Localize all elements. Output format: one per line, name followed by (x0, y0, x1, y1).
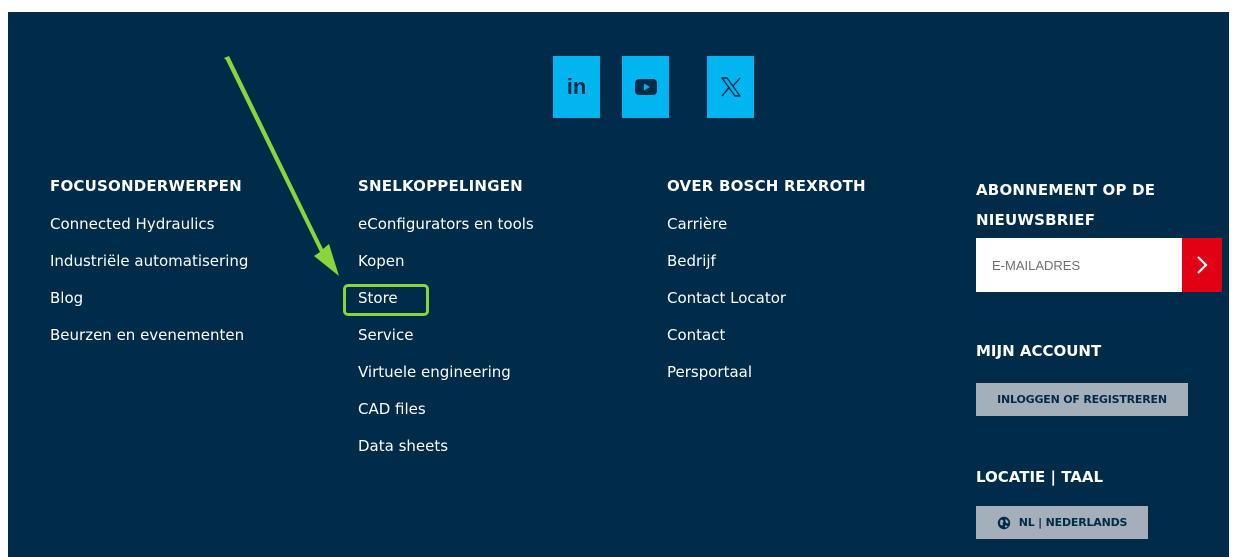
language-button[interactable]: NL | NEDERLANDS (976, 506, 1148, 539)
column-heading: FOCUSONDERWERPEN (50, 177, 242, 195)
newsletter-submit-button[interactable] (1182, 238, 1222, 292)
email-field[interactable] (976, 238, 1182, 292)
footer-link[interactable]: Contact Locator (667, 288, 866, 325)
social-links: in (8, 56, 1229, 118)
footer-link[interactable]: Kopen (358, 251, 534, 288)
footer-link[interactable]: Bedrijf (667, 251, 866, 288)
x-icon (720, 77, 741, 97)
chevron-right-icon (1197, 256, 1208, 274)
column-heading: SNELKOPPELINGEN (358, 177, 523, 195)
locale-heading: LOCATIE | TAAL (976, 468, 1104, 486)
footer-link[interactable]: Virtuele engineering (358, 362, 534, 399)
x-button[interactable] (707, 56, 754, 118)
column-over-bosch-rexroth: OVER BOSCH REXROTH Carrière Bedrijf Cont… (667, 175, 866, 399)
footer-link[interactable]: Carrière (667, 214, 866, 251)
linkedin-button[interactable]: in (553, 56, 600, 118)
footer-link[interactable]: CAD files (358, 399, 534, 436)
newsletter-heading: ABONNEMENT OP DE NIEUWSBRIEF (976, 175, 1226, 235)
language-label: NL | NEDERLANDS (1018, 516, 1128, 529)
footer-link[interactable]: Contact (667, 325, 866, 362)
newsletter-heading-line1: ABONNEMENT OP DE (976, 181, 1156, 199)
site-footer: in FOCUSONDERWERPEN Connected Hydraulics… (8, 12, 1229, 557)
account-heading: MIJN ACCOUNT (976, 342, 1102, 360)
youtube-button[interactable] (622, 56, 669, 118)
footer-link[interactable]: Persportaal (667, 362, 866, 399)
footer-link[interactable]: eConfigurators en tools (358, 214, 534, 251)
globe-icon (997, 516, 1010, 529)
newsletter-form (976, 238, 1222, 292)
youtube-icon (634, 79, 657, 95)
footer-link[interactable]: Beurzen en evenementen (50, 325, 248, 362)
column-snelkoppelingen: SNELKOPPELINGEN eConfigurators en tools … (358, 175, 534, 473)
column-focusonderwerpen: FOCUSONDERWERPEN Connected Hydraulics In… (50, 175, 248, 362)
footer-link[interactable]: Connected Hydraulics (50, 214, 248, 251)
column-heading: OVER BOSCH REXROTH (667, 177, 866, 195)
linkedin-icon: in (566, 74, 587, 99)
login-register-button[interactable]: INLOGGEN OF REGISTREREN (976, 383, 1188, 416)
footer-link[interactable]: Blog (50, 288, 248, 325)
footer-link[interactable]: Industriële automatisering (50, 251, 248, 288)
store-highlight-box (343, 284, 429, 316)
newsletter-heading-line2: NIEUWSBRIEF (976, 211, 1096, 229)
footer-link[interactable]: Service (358, 325, 534, 362)
footer-link[interactable]: Data sheets (358, 436, 534, 473)
